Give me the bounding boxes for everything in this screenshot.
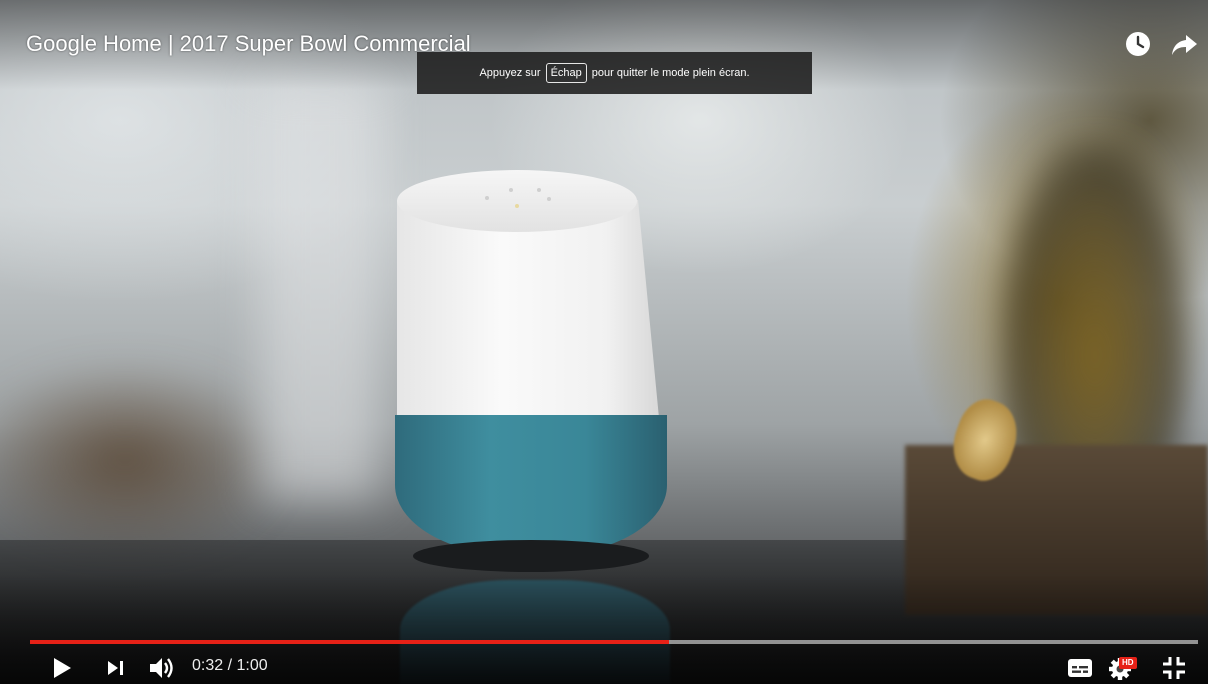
time-separator: / <box>227 657 233 674</box>
led-dot <box>485 196 489 200</box>
next-icon <box>108 661 123 675</box>
exit-fullscreen-button[interactable] <box>1160 654 1188 682</box>
next-button[interactable] <box>104 656 128 680</box>
fullscreen-notice: Appuyez sur Échap pour quitter le mode p… <box>417 52 812 94</box>
progress-bar[interactable] <box>30 640 1198 644</box>
speaker-bottom <box>413 540 649 572</box>
subtitles-button[interactable] <box>1066 656 1094 680</box>
background-blur <box>260 80 380 500</box>
led-dot <box>537 188 541 192</box>
notice-text-after: pour quitter le mode plein écran. <box>591 67 750 79</box>
speaker-top <box>397 170 637 232</box>
time-display: 0:32 / 1:00 <box>192 657 268 675</box>
play-button[interactable] <box>48 654 76 682</box>
escape-key-badge: Échap <box>545 63 587 83</box>
subtitles-icon <box>1068 659 1092 677</box>
clock-icon[interactable] <box>1124 30 1152 58</box>
duration: 1:00 <box>236 657 268 674</box>
speaker-white-body <box>397 200 659 418</box>
exit-fullscreen-icon <box>1163 657 1185 679</box>
notice-text-before: Appuyez sur <box>479 67 541 79</box>
google-home-speaker <box>395 170 667 578</box>
speaker-blue-base <box>395 415 667 555</box>
video-title[interactable]: Google Home | 2017 Super Bowl Commercial <box>26 31 471 57</box>
hd-badge: HD <box>1119 657 1137 669</box>
current-time: 0:32 <box>192 657 224 674</box>
bottom-gradient <box>0 574 1208 684</box>
share-arrow-icon[interactable] <box>1170 30 1198 58</box>
led-dot <box>547 197 551 201</box>
volume-icon <box>150 658 173 678</box>
volume-button[interactable] <box>148 655 176 681</box>
play-icon <box>54 658 71 678</box>
led-dot <box>515 204 519 208</box>
video-player[interactable]: Google Home | 2017 Super Bowl Commercial… <box>0 0 1208 684</box>
progress-played <box>30 640 669 644</box>
settings-button[interactable]: HD <box>1100 652 1144 682</box>
led-dot <box>509 188 513 192</box>
